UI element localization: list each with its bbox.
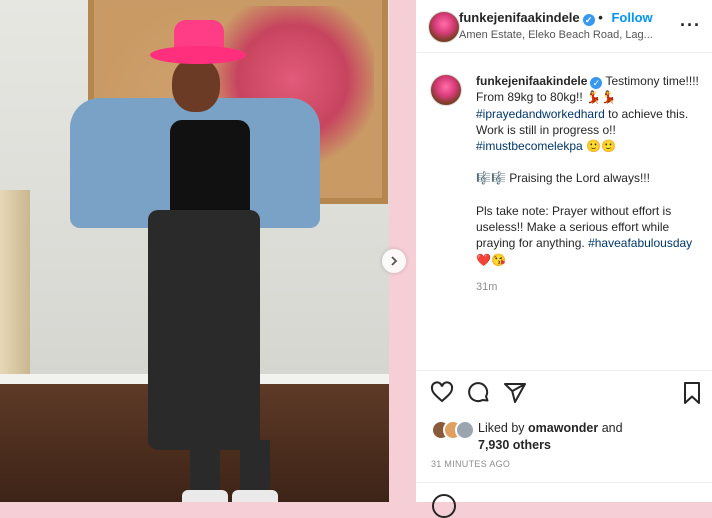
bookmark-icon[interactable] (680, 381, 704, 405)
hat-brim (150, 46, 246, 64)
liked-prefix: Liked by (478, 421, 525, 435)
hashtag-link[interactable]: #imustbecomelekpa (476, 139, 583, 153)
hashtag-link[interactable]: #haveafabulousday (588, 236, 692, 250)
header-user-row: funkejenifaakindele ✓ • Follow (459, 10, 653, 26)
caption-username[interactable]: funkejenifaakindele (476, 74, 587, 88)
emoji-icon[interactable] (432, 494, 456, 518)
verified-icon: ✓ (590, 77, 603, 89)
post-photo[interactable] (0, 0, 389, 502)
likes-text: Liked by omawonder and 7,930 others (478, 420, 623, 454)
liker-avatar[interactable] (455, 420, 475, 440)
leather-pants (148, 210, 260, 450)
timestamp[interactable]: 31 MINUTES AGO (431, 459, 510, 469)
avatar[interactable] (428, 11, 460, 43)
liker-username[interactable]: omawonder (528, 421, 598, 435)
verified-icon: ✓ (582, 14, 595, 26)
right-sneaker (232, 490, 278, 502)
relative-time[interactable]: 31m (476, 281, 497, 293)
pink-hat (150, 20, 246, 72)
post-panel: funkejenifaakindele ✓ • Follow Amen Estat… (416, 0, 712, 518)
caption-emoji: ❤️😘 (476, 252, 506, 267)
next-photo-button[interactable] (382, 249, 406, 273)
follow-button[interactable]: Follow (611, 10, 652, 25)
post-header: funkejenifaakindele ✓ • Follow Amen Estat… (416, 0, 712, 53)
hashtag-link[interactable]: #iprayedandworkedhard (476, 107, 605, 121)
liked-and: and (601, 421, 623, 435)
caption-avatar[interactable] (430, 74, 462, 106)
caption-paragraph-2: 🎼🎼 Praising the Lord always!!! (476, 171, 650, 186)
left-sneaker (182, 490, 228, 502)
heart-icon[interactable] (430, 381, 454, 405)
caption-emoji: 🙂🙂 (586, 139, 616, 154)
action-bar (416, 370, 712, 416)
likes-count[interactable]: 7,930 others (478, 438, 551, 452)
person-figure (70, 20, 330, 502)
share-icon[interactable] (503, 381, 527, 405)
more-icon[interactable]: ··· (680, 15, 701, 36)
likes-row: Liked by omawonder and 7,930 others (416, 414, 712, 454)
dot-separator: • (598, 10, 603, 25)
divider (416, 482, 712, 483)
post-caption: funkejenifaakindele ✓ Testimony time!!!! … (476, 73, 706, 268)
header-username[interactable]: funkejenifaakindele (459, 10, 580, 25)
location-link[interactable]: Amen Estate, Eleko Beach Road, Lag... (459, 29, 679, 41)
chevron-right-icon (391, 256, 398, 266)
comment-icon[interactable] (467, 381, 491, 405)
